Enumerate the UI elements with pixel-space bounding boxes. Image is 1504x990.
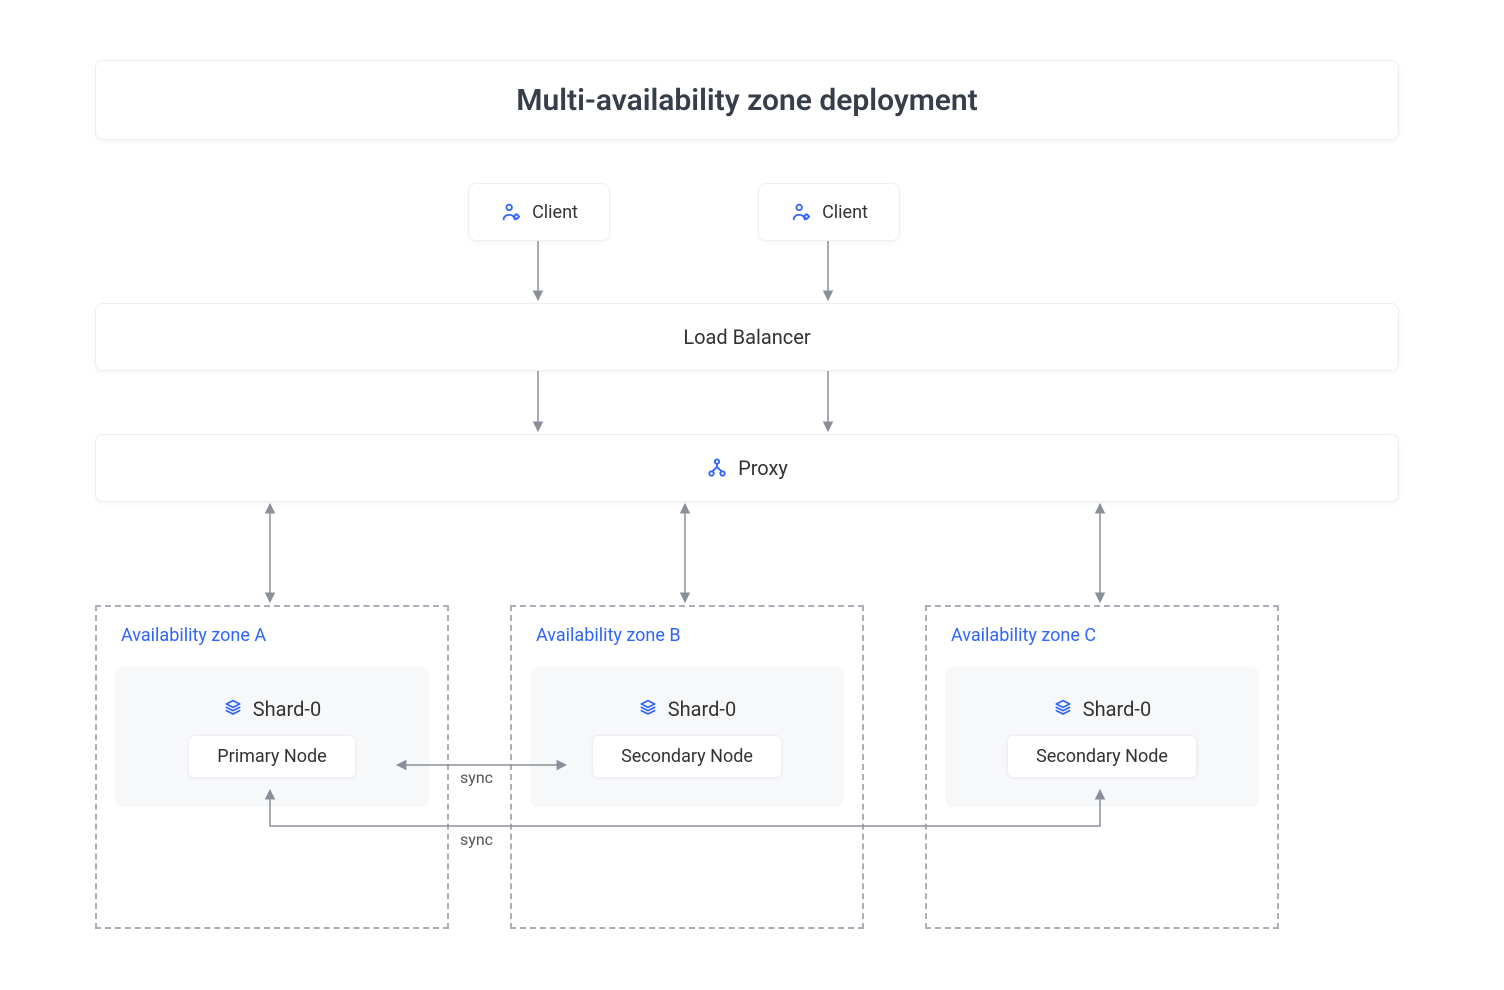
proxy-box: Proxy: [95, 434, 1399, 502]
shard-c-label: Shard-0: [1083, 697, 1151, 721]
load-balancer-label: Load Balancer: [683, 325, 810, 349]
shard-icon: [223, 699, 243, 719]
shard-b-label: Shard-0: [668, 697, 736, 721]
primary-node-a: Primary Node: [188, 735, 355, 778]
client-icon: [500, 201, 522, 223]
load-balancer-box: Load Balancer: [95, 303, 1399, 371]
client-left-box: Client: [468, 183, 610, 241]
shard-a: Shard-0 Primary Node: [115, 667, 429, 807]
shard-a-label: Shard-0: [253, 697, 321, 721]
az-a-label: Availability zone A: [121, 625, 266, 646]
secondary-node-b: Secondary Node: [592, 735, 782, 778]
availability-zone-b: Availability zone B Shard-0 Secondary No…: [510, 605, 864, 929]
client-right-label: Client: [822, 202, 868, 223]
proxy-label: Proxy: [738, 456, 788, 480]
proxy-icon: [706, 457, 728, 479]
title-box: Multi-availability zone deployment: [95, 60, 1399, 140]
sync-label-2: sync: [460, 830, 493, 849]
client-right-box: Client: [758, 183, 900, 241]
shard-c: Shard-0 Secondary Node: [945, 667, 1259, 807]
availability-zone-c: Availability zone C Shard-0 Secondary No…: [925, 605, 1279, 929]
client-icon: [790, 201, 812, 223]
sync-label-1: sync: [460, 768, 493, 787]
diagram-title: Multi-availability zone deployment: [516, 83, 978, 118]
shard-b: Shard-0 Secondary Node: [530, 667, 844, 807]
az-c-label: Availability zone C: [951, 625, 1096, 646]
shard-icon: [638, 699, 658, 719]
az-b-label: Availability zone B: [536, 625, 681, 646]
secondary-node-c: Secondary Node: [1007, 735, 1197, 778]
availability-zone-a: Availability zone A Shard-0 Primary Node: [95, 605, 449, 929]
shard-icon: [1053, 699, 1073, 719]
client-left-label: Client: [532, 202, 578, 223]
